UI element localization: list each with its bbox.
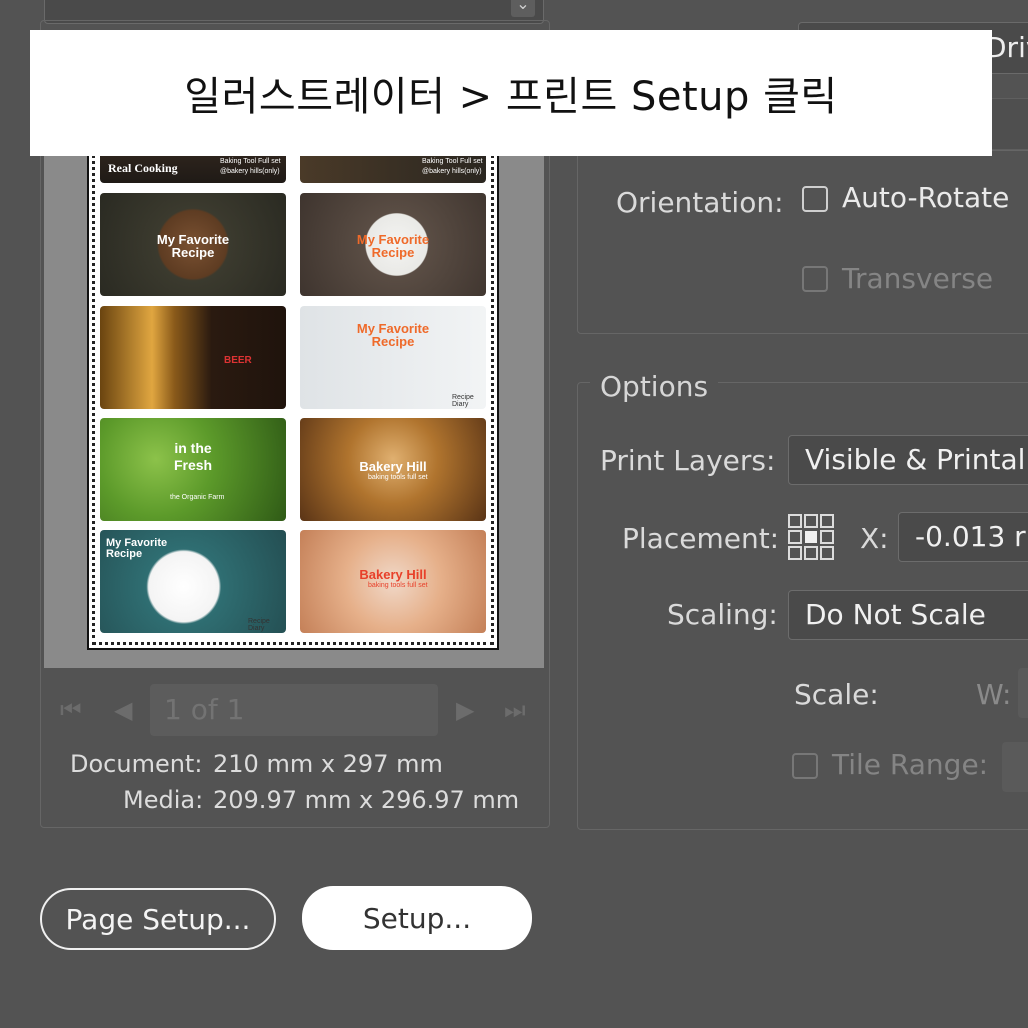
auto-rotate-checkbox[interactable] xyxy=(802,186,828,212)
print-layers-select[interactable]: Visible & Printal xyxy=(788,435,1028,485)
page-indicator-field[interactable]: 1 of 1 xyxy=(150,684,438,736)
preview-tile: Bakery Hill baking tools full set xyxy=(300,530,486,633)
x-value: -0.013 r xyxy=(915,520,1026,553)
document-label: Document: xyxy=(70,750,203,778)
document-value: 210 mm x 297 mm xyxy=(213,750,443,778)
preview-tile: My Favorite Recipe Recipe Diary xyxy=(100,530,286,633)
preview-tile: My Favorite Recipe xyxy=(300,193,486,296)
x-field[interactable]: -0.013 r xyxy=(898,512,1028,562)
media-value: 209.97 mm x 296.97 mm xyxy=(213,786,520,814)
print-layers-value: Visible & Printal xyxy=(805,443,1026,476)
setup-label: Setup... xyxy=(362,901,472,935)
first-page-icon[interactable]: ⏮ xyxy=(60,696,82,724)
media-label: Media: xyxy=(123,786,204,814)
tile-range-field[interactable] xyxy=(1002,742,1028,792)
orientation-panel xyxy=(577,150,1028,334)
last-page-icon[interactable]: ⏭ xyxy=(504,696,526,724)
page-setup-label: Page Setup... xyxy=(65,902,251,936)
transverse-label: Transverse xyxy=(842,262,994,295)
scale-label: Scale: xyxy=(794,678,879,711)
scaling-value: Do Not Scale xyxy=(805,598,986,631)
page-setup-button[interactable]: Page Setup... xyxy=(40,888,276,950)
x-label: X: xyxy=(860,522,889,555)
auto-rotate-label: Auto-Rotate xyxy=(842,181,1010,214)
page-indicator-text: 1 of 1 xyxy=(164,693,245,726)
print-dialog: ⌄ Driv Real Cooking Baking Tool Full set… xyxy=(0,0,1028,1028)
print-layers-label: Print Layers: xyxy=(600,444,776,477)
placement-grid-icon[interactable] xyxy=(787,513,835,561)
scaling-select[interactable]: Do Not Scale xyxy=(788,590,1028,640)
orientation-label: Orientation: xyxy=(616,186,784,219)
tile-range-label: Tile Range: xyxy=(832,748,989,781)
chevron-down-icon: ⌄ xyxy=(511,0,535,17)
preview-tile: My Favorite Recipe Recipe Diary xyxy=(300,306,486,409)
next-page-icon[interactable]: ▶ xyxy=(456,696,474,724)
prev-page-icon[interactable]: ◀ xyxy=(114,696,132,724)
placement-label: Placement: xyxy=(622,522,780,555)
width-field[interactable] xyxy=(1018,668,1028,718)
preview-tile: BEER xyxy=(100,306,286,409)
preview-tile: in the Fresh the Organic Farm xyxy=(100,418,286,521)
setup-button[interactable]: Setup... xyxy=(302,886,532,950)
scaling-label: Scaling: xyxy=(667,598,778,631)
instruction-banner: 일러스트레이터 > 프린트 Setup 클릭 xyxy=(30,30,992,156)
options-title: Options xyxy=(590,370,719,403)
w-label: W: xyxy=(976,678,1012,711)
preview-tile: Bakery Hill baking tools full set xyxy=(300,418,486,521)
instruction-text: 일러스트레이터 > 프린트 Setup 클릭 xyxy=(184,74,838,120)
tile-range-checkbox[interactable] xyxy=(792,753,818,779)
preview-tile: My Favorite Recipe xyxy=(100,193,286,296)
transverse-checkbox[interactable] xyxy=(802,266,828,292)
